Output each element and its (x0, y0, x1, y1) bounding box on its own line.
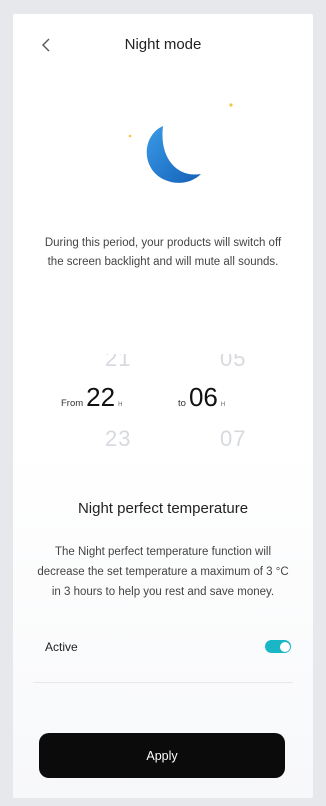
from-next-value: 23 (105, 426, 132, 451)
to-hour-value: 06 (188, 382, 218, 412)
moon-icon (128, 103, 233, 183)
active-toggle[interactable] (265, 640, 291, 653)
toggle-knob (279, 641, 290, 652)
night-mode-description: During this period, your products will s… (44, 237, 282, 268)
to-current: to 06 H (178, 382, 225, 413)
temperature-section-title: Night perfect temperature (77, 500, 249, 517)
star-icon (229, 103, 233, 107)
from-unit: H (118, 402, 123, 408)
active-row: Active (33, 638, 293, 683)
star-icon (128, 134, 132, 138)
time-pickers: 21 From 22 H 23 05 to 06 H 07 (13, 354, 313, 464)
night-illustration (13, 74, 313, 194)
from-label: From (61, 398, 84, 409)
page-title: Night mode (124, 36, 202, 53)
header: Night mode (13, 32, 313, 62)
night-mode-panel: Night mode During this period, your prod… (13, 14, 313, 798)
to-unit: H (220, 402, 226, 408)
from-current: From 22 H (61, 382, 122, 413)
from-hour-picker[interactable]: 21 From 22 H 23 (61, 354, 171, 464)
from-hour-value: 22 (86, 382, 116, 412)
active-label: Active (45, 640, 78, 654)
to-hour-picker[interactable]: 05 to 06 H 07 (178, 354, 288, 464)
to-next-value: 07 (220, 426, 247, 451)
apply-button[interactable]: Apply (39, 733, 285, 778)
temperature-description: The Night perfect temperature function w… (37, 546, 289, 598)
to-prev-value: 05 (220, 354, 247, 370)
from-prev-value: 21 (105, 354, 132, 370)
to-label: to (178, 398, 186, 409)
